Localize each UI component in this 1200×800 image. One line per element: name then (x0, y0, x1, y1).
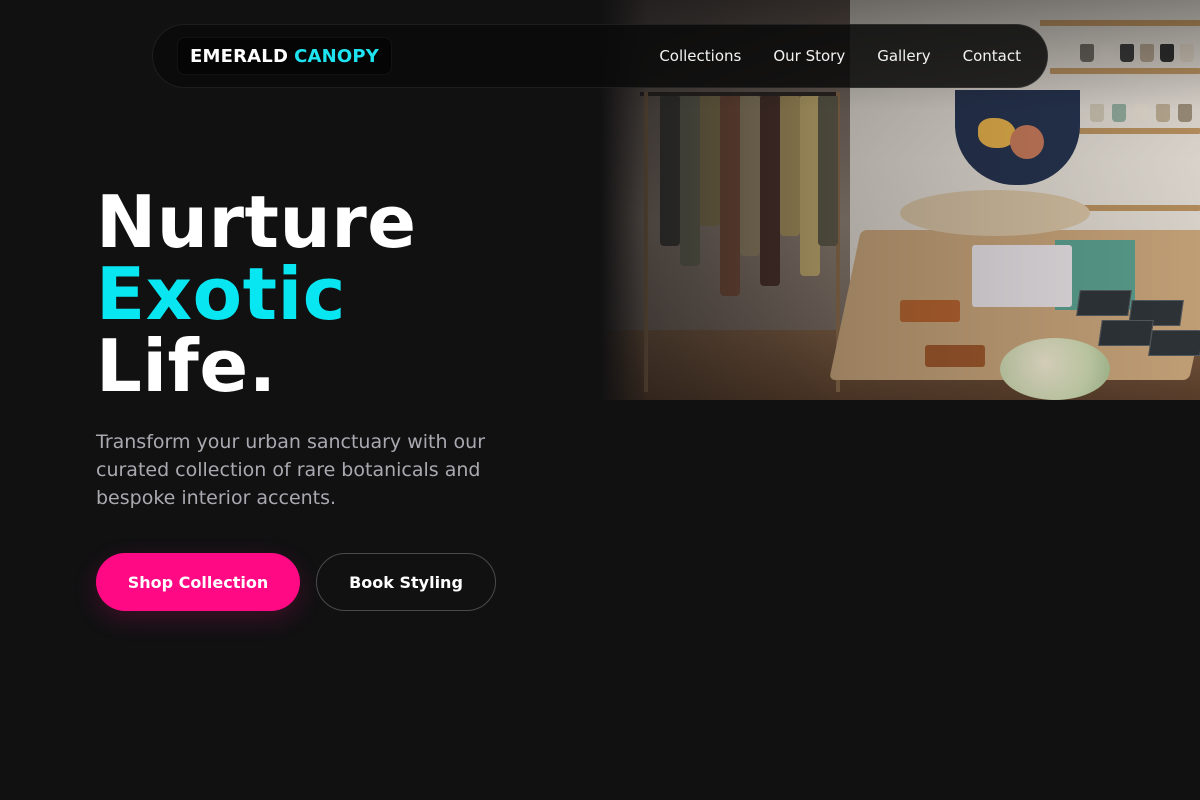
top-navbar: EMERALD CANOPY Collections Our Story Gal… (152, 24, 1048, 88)
nav-links: Collections Our Story Gallery Contact (659, 47, 1021, 65)
book-styling-button[interactable]: Book Styling (316, 553, 496, 611)
headline-line-3: Life. (96, 324, 277, 408)
brand-logo[interactable]: EMERALD CANOPY (177, 37, 393, 75)
nav-link-collections[interactable]: Collections (659, 47, 741, 65)
shop-collection-button[interactable]: Shop Collection (96, 553, 300, 611)
headline-line-1: Nurture (96, 180, 417, 264)
hero-headline: Nurture Exotic Life. (96, 186, 417, 402)
nav-link-contact[interactable]: Contact (963, 47, 1021, 65)
brand-name-accent: CANOPY (294, 45, 380, 67)
brand-name-primary: EMERALD (190, 45, 289, 67)
landing-page: EMERALD CANOPY Collections Our Story Gal… (0, 0, 1200, 800)
hero-subtitle: Transform your urban sanctuary with our … (96, 431, 486, 509)
nav-link-gallery[interactable]: Gallery (877, 47, 930, 65)
nav-link-our-story[interactable]: Our Story (773, 47, 845, 65)
headline-line-2: Exotic (96, 252, 346, 336)
